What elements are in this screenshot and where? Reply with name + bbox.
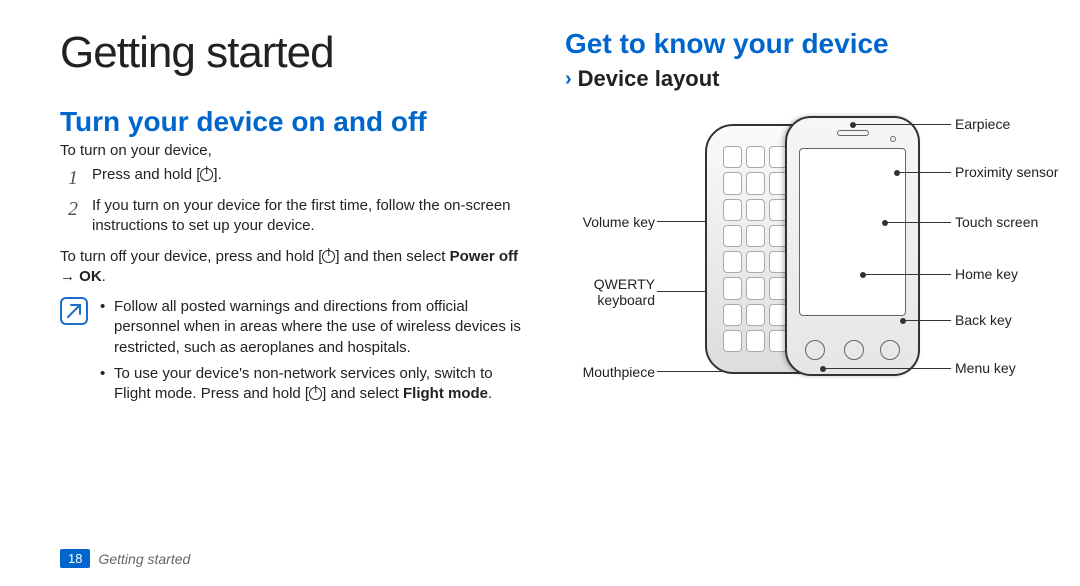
menu-key-shape xyxy=(805,340,825,360)
leader-line xyxy=(885,222,951,223)
subhead-device-layout: › Device layout xyxy=(565,66,1030,92)
earpiece-shape xyxy=(837,130,869,136)
leader-line xyxy=(657,221,711,222)
step-number: 2 xyxy=(68,196,82,223)
leader-line xyxy=(863,274,951,275)
label-earpiece: Earpiece xyxy=(955,116,1010,132)
steps-list: 1 Press and hold []. 2 If you turn on yo… xyxy=(60,165,525,237)
chevron-icon: › xyxy=(565,68,572,91)
step-2-text: If you turn on your device for the first… xyxy=(92,196,525,237)
label-proximity-sensor: Proximity sensor xyxy=(955,164,1058,180)
page-number: 18 xyxy=(60,549,90,568)
label-volume-key: Volume key xyxy=(565,214,655,230)
note-block: Follow all posted warnings and direction… xyxy=(60,297,525,410)
label-back-key: Back key xyxy=(955,312,1012,328)
step-1-text: Press and hold []. xyxy=(92,165,222,185)
note-item-2: To use your device's non-network service… xyxy=(100,364,525,405)
phone-body-shape xyxy=(785,116,920,376)
footer-section-name: Getting started xyxy=(98,551,190,567)
step-number: 1 xyxy=(68,165,82,192)
note-bullets: Follow all posted warnings and direction… xyxy=(100,297,525,410)
back-key-shape xyxy=(880,340,900,360)
heading-turn-on-off: Turn your device on and off xyxy=(60,106,525,138)
device-diagram: Volume key QWERTY keyboard Mouthpiece xyxy=(565,106,1030,406)
left-column: Getting started Turn your device on and … xyxy=(60,28,525,586)
home-key-shape xyxy=(844,340,864,360)
leader-line xyxy=(853,124,951,125)
power-icon xyxy=(322,250,335,263)
label-menu-key: Menu key xyxy=(955,360,1016,376)
turn-off-paragraph: To turn off your device, press and hold … xyxy=(60,247,525,288)
label-mouthpiece: Mouthpiece xyxy=(565,364,655,380)
note-item-1: Follow all posted warnings and direction… xyxy=(100,297,525,358)
step-1: 1 Press and hold []. xyxy=(68,165,525,192)
step-2: 2 If you turn on your device for the fir… xyxy=(68,196,525,237)
touch-screen-shape xyxy=(799,148,906,316)
proximity-sensor-shape xyxy=(890,136,896,142)
leader-line xyxy=(823,368,951,369)
note-icon xyxy=(60,297,88,325)
power-icon xyxy=(200,168,213,181)
page-title: Getting started xyxy=(60,28,525,78)
heading-get-to-know: Get to know your device xyxy=(565,28,1030,60)
page-footer: 18 Getting started xyxy=(60,549,190,568)
label-home-key: Home key xyxy=(955,266,1018,282)
leader-line xyxy=(897,172,951,173)
intro-turn-on: To turn on your device, xyxy=(60,142,525,159)
device-illustration xyxy=(705,116,920,381)
label-touch-screen: Touch screen xyxy=(955,214,1038,230)
right-column: Get to know your device › Device layout … xyxy=(565,28,1030,586)
label-qwerty: QWERTY keyboard xyxy=(565,276,655,308)
leader-line xyxy=(903,320,951,321)
power-icon xyxy=(309,387,322,400)
